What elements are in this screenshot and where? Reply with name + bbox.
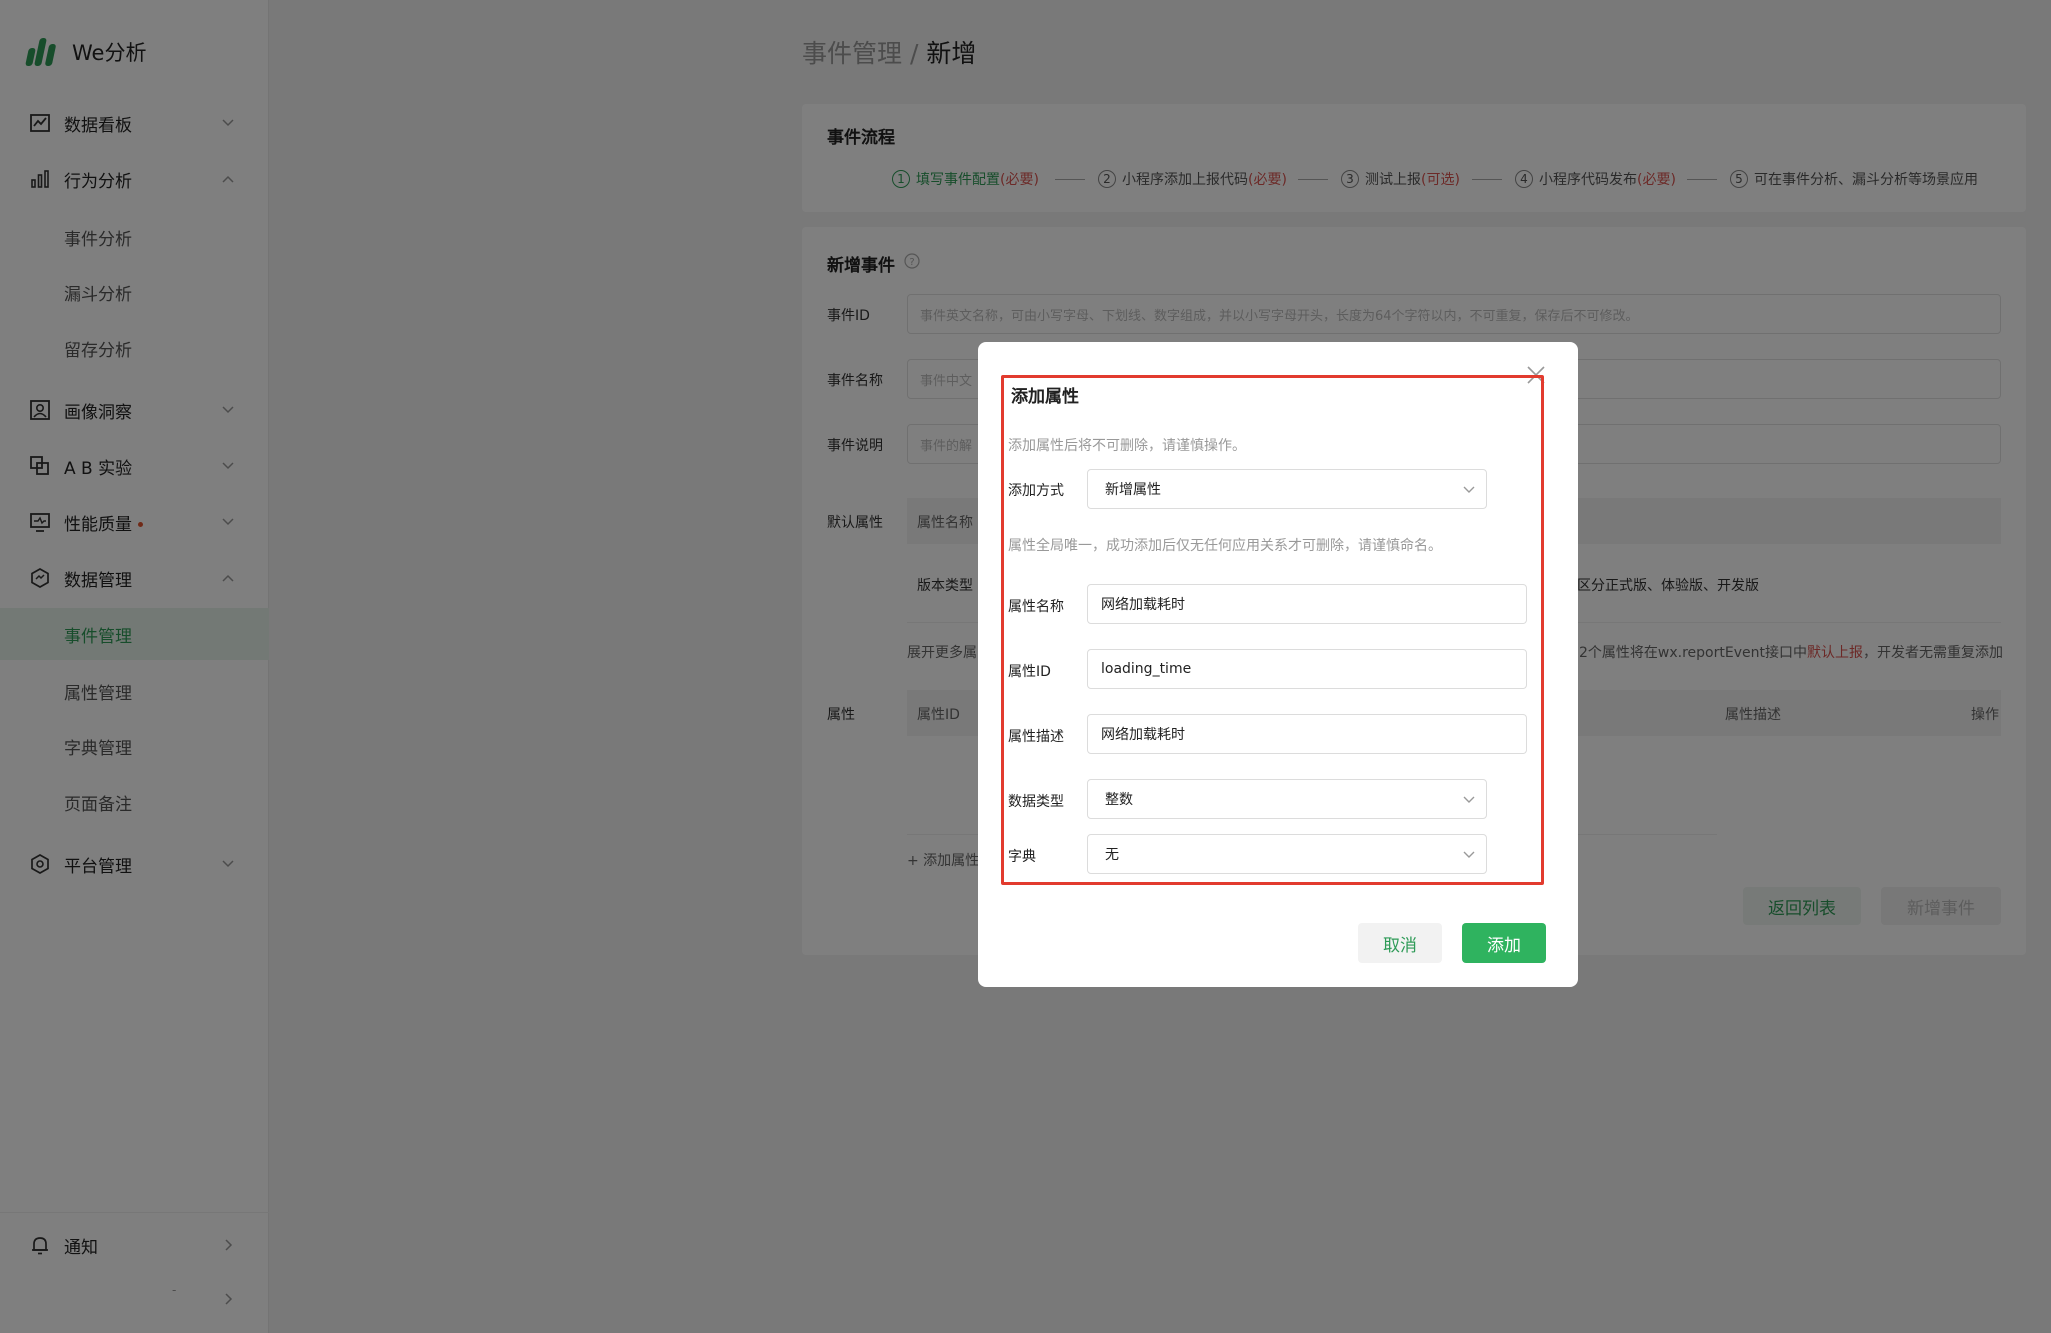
cancel-button[interactable]: 取消 [1358,923,1442,963]
add-attribute-dialog: 添加属性 添加属性后将不可删除，请谨慎操作。 添加方式 新增属性 属性全局唯一，… [978,342,1578,987]
add-button[interactable]: 添加 [1462,923,1546,963]
highlight-box [1001,375,1544,885]
